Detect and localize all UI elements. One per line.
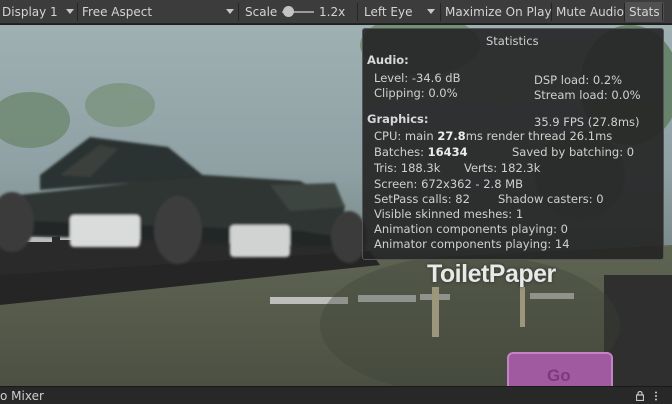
- divider: [77, 3, 78, 21]
- cpu-time: CPU: main 27.8ms render thread 26.1ms: [374, 129, 612, 143]
- display-dropdown[interactable]: Display 1: [2, 0, 58, 24]
- lock-icon[interactable]: [636, 391, 644, 401]
- divider: [662, 3, 663, 21]
- cpu-suffix: ms render thread 26.1ms: [465, 129, 613, 143]
- statistics-panel: Statistics Audio: Level: -34.6 dB DSP lo…: [362, 28, 664, 260]
- visible-skinned-meshes: Visible skinned meshes: 1: [374, 207, 524, 221]
- saved-by-batching: Saved by batching: 0: [512, 145, 635, 159]
- scale-value: 1.2x: [319, 5, 346, 19]
- scale-slider-handle[interactable]: [283, 6, 295, 17]
- divider: [357, 3, 358, 21]
- fps-readout: 35.9 FPS (27.8ms): [534, 115, 640, 129]
- audio-level: Level: -34.6 dB: [374, 71, 461, 85]
- animation-components: Animation components playing: 0: [374, 222, 568, 236]
- screen-info: Screen: 672x362 - 2.8 MB: [374, 177, 523, 191]
- eye-dropdown[interactable]: Left Eye: [364, 0, 412, 24]
- mute-audio-button[interactable]: Mute Audio: [552, 2, 628, 22]
- eye-chevron-down-icon[interactable]: [427, 9, 435, 14]
- cpu-prefix: CPU: main: [374, 129, 438, 143]
- billboard-text: ToiletPaper: [427, 260, 556, 288]
- go-button-label: Go: [547, 366, 571, 385]
- stream-load: Stream load: 0.0%: [534, 88, 641, 102]
- audio-mixer-tab[interactable]: o Mixer: [0, 389, 44, 403]
- batches-count: 16434: [427, 145, 468, 159]
- verts-count: Verts: 182.3k: [464, 161, 541, 175]
- shadow-casters: Shadow casters: 0: [498, 192, 604, 206]
- display-chevron-down-icon[interactable]: [66, 9, 74, 14]
- go-button[interactable]: Go: [507, 352, 613, 386]
- tris-count: Tris: 188.3k: [374, 161, 441, 175]
- stats-button[interactable]: Stats: [625, 2, 664, 22]
- game-view-toolbar: Display 1 Free Aspect Scale 1.2x Left Ey…: [0, 0, 672, 24]
- graphics-header: Graphics:: [367, 112, 429, 126]
- batches: Batches: 16434: [374, 145, 468, 159]
- divider: [238, 3, 239, 21]
- setpass-calls: SetPass calls: 82: [374, 192, 470, 206]
- audio-header: Audio:: [367, 53, 409, 67]
- audio-clipping: Clipping: 0.0%: [374, 86, 458, 100]
- dsp-load: DSP load: 0.2%: [534, 73, 623, 87]
- cpu-main-time: 27.8: [437, 129, 466, 143]
- aspect-chevron-down-icon[interactable]: [226, 9, 234, 14]
- audio-mixer-tab-bar: o Mixer: [0, 386, 672, 404]
- statistics-title: Statistics: [486, 34, 539, 48]
- scale-label: Scale: [245, 5, 278, 19]
- aspect-dropdown[interactable]: Free Aspect: [82, 0, 152, 24]
- animator-components: Animator components playing: 14: [374, 237, 570, 251]
- batches-prefix: Batches:: [374, 145, 428, 159]
- maximize-on-play-button[interactable]: Maximize On Play: [441, 2, 556, 22]
- more-options-icon[interactable]: [654, 391, 658, 401]
